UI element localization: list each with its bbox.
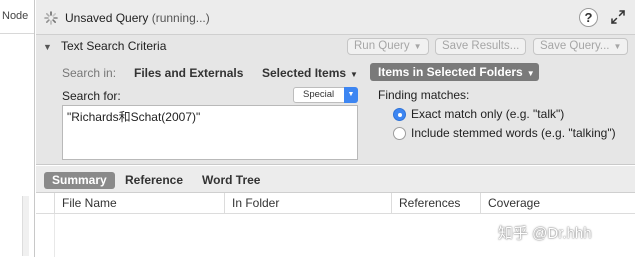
node-column-header[interactable]: Node	[0, 0, 34, 34]
scope-items-in-selected-folders-label: Items in Selected Folders	[378, 65, 523, 79]
tab-word-tree[interactable]: Word Tree	[202, 172, 260, 189]
exact-match-radio[interactable]	[393, 108, 406, 121]
chevron-down-icon: ▼	[350, 70, 358, 79]
query-name: Unsaved Query	[65, 11, 149, 25]
stemmed-words-radio[interactable]	[393, 127, 406, 140]
results-table-header: File Name In Folder References Coverage	[36, 193, 635, 214]
left-navigation-panel: Node	[0, 0, 35, 257]
text-search-criteria-panel: ▼ Text Search Criteria Run Query ▼ Save R…	[36, 35, 635, 165]
watermark: 知乎 @Dr.hhh	[498, 225, 592, 242]
node-column-label: Node	[2, 10, 29, 22]
run-query-label: Run Query	[354, 40, 410, 52]
help-button[interactable]: ?	[579, 8, 598, 27]
query-status: (running...)	[151, 11, 210, 25]
column-header-in-folder[interactable]: In Folder	[225, 193, 392, 214]
tab-reference[interactable]: Reference	[125, 172, 183, 189]
save-results-button[interactable]: Save Results...	[435, 38, 527, 55]
query-title: Unsaved Query (running...)	[65, 11, 210, 25]
disclosure-triangle-icon[interactable]: ▼	[43, 42, 52, 52]
scope-selected-items-label: Selected Items	[262, 66, 347, 80]
query-titlebar: Unsaved Query (running...) ?	[36, 0, 635, 35]
chevron-down-icon: ▼	[613, 42, 622, 51]
tab-summary[interactable]: Summary	[44, 172, 115, 189]
run-query-button[interactable]: Run Query ▼	[347, 38, 429, 55]
chevron-down-icon: ▼	[413, 42, 422, 51]
stemmed-words-label: Include stemmed words (e.g. "talking")	[411, 126, 616, 140]
search-text-input[interactable]: "Richards和Schat(2007)"	[62, 105, 358, 160]
special-dropdown-label: Special	[303, 89, 335, 100]
checkbox-column-header[interactable]	[36, 193, 55, 214]
column-header-references[interactable]: References	[392, 193, 481, 214]
finding-matches-label: Finding matches:	[378, 88, 470, 102]
save-query-button[interactable]: Save Query... ▼	[533, 38, 629, 55]
save-query-label: Save Query...	[540, 40, 610, 52]
search-in-label: Search in:	[62, 66, 117, 80]
search-for-label: Search for:	[62, 89, 121, 103]
chevron-down-icon: ▼	[344, 87, 358, 103]
special-dropdown[interactable]: Special ▼	[293, 87, 358, 103]
scope-files-and-externals[interactable]: Files and Externals	[134, 66, 243, 80]
exact-match-label: Exact match only (e.g. "talk")	[411, 107, 565, 121]
left-panel-scrollbar[interactable]	[22, 196, 29, 256]
loading-spinner-icon	[44, 11, 58, 25]
column-header-file-name[interactable]: File Name	[55, 193, 225, 214]
expand-icon[interactable]	[610, 9, 626, 25]
checkbox-column	[36, 214, 55, 257]
column-header-coverage[interactable]: Coverage	[481, 193, 635, 214]
criteria-title: Text Search Criteria	[61, 39, 167, 53]
results-tabs: Summary Reference Word Tree	[36, 166, 635, 193]
chevron-down-icon: ▼	[526, 69, 535, 78]
scope-selected-items[interactable]: Selected Items ▼	[262, 66, 358, 80]
scope-items-in-selected-folders[interactable]: Items in Selected Folders ▼	[370, 63, 539, 81]
